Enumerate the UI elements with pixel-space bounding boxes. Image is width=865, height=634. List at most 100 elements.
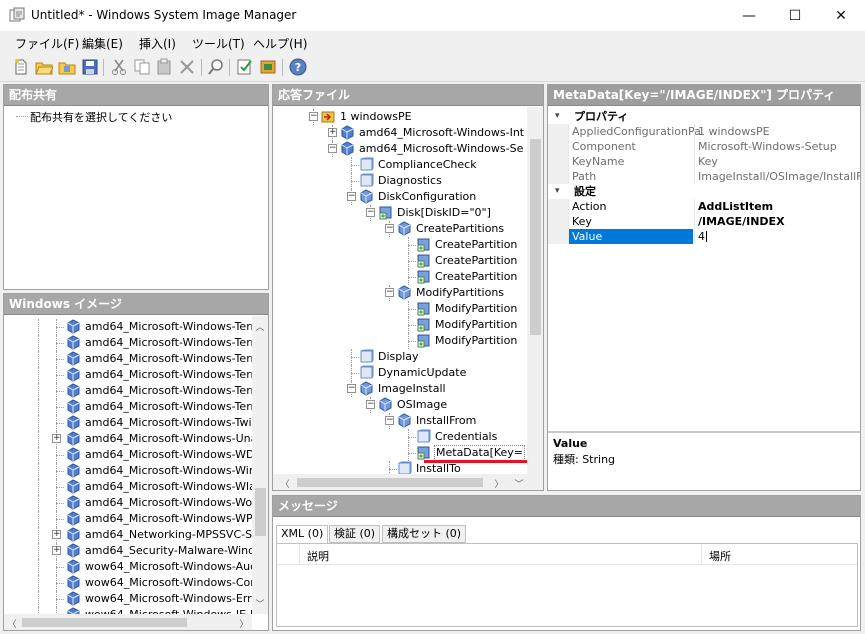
windows-image-tree[interactable]: amd64_Microsoft-Windows-Term amd64_Micros… [4, 316, 252, 614]
collapse-icon[interactable]: − [366, 400, 375, 409]
tree-connector [38, 607, 39, 614]
scroll-up-icon[interactable]: ︿ [252, 320, 268, 333]
tree-connector [408, 309, 416, 310]
search-icon[interactable] [207, 58, 225, 76]
expand-icon[interactable]: + [328, 128, 337, 137]
menu-file[interactable]: ファイル(F) [15, 35, 79, 52]
column-description[interactable]: 説明 [307, 548, 329, 564]
windows-image-label: amd64_Microsoft-Windows-Wlan [85, 480, 252, 493]
property-row[interactable]: KeyName Key [548, 154, 860, 169]
section-properties[interactable]: ▾ プロパティ [548, 109, 860, 124]
column-location[interactable]: 場所 [709, 548, 731, 564]
scrollbar-thumb[interactable] [255, 488, 266, 536]
property-value[interactable]: Key [698, 154, 718, 169]
collapse-icon[interactable]: − [309, 112, 318, 121]
tree-connector [56, 583, 64, 584]
maximize-button[interactable]: ☐ [772, 0, 818, 31]
horizontal-scrollbar[interactable]: 〈 〉 [4, 614, 252, 630]
delete-icon[interactable] [178, 58, 196, 76]
copy-icon[interactable] [133, 58, 151, 76]
expand-icon[interactable]: + [52, 546, 61, 555]
tab-xml[interactable]: XML (0) [276, 525, 329, 543]
tab-validation[interactable]: 検証 (0) [329, 525, 381, 543]
property-row[interactable]: Action AddListItem [548, 199, 860, 214]
new-icon[interactable] [12, 58, 30, 76]
scroll-down-icon[interactable]: ﹀ [511, 477, 527, 490]
config-set-icon[interactable] [259, 58, 277, 76]
cut-icon[interactable] [110, 58, 128, 76]
expand-icon[interactable]: + [52, 434, 61, 443]
property-row[interactable]: Path ImageInstall/OSImage/InstallFro [548, 169, 860, 184]
property-row[interactable]: Value 4 [548, 229, 860, 244]
title-bar: Untitled* - Windows System Image Manager… [0, 0, 865, 31]
property-value[interactable]: Microsoft-Windows-Setup [698, 139, 837, 154]
horizontal-scrollbar[interactable]: 〈 〉 ﹀ [273, 474, 543, 490]
answer-file-label: CreatePartitions [416, 222, 505, 235]
help-icon[interactable]: ? [289, 58, 307, 76]
property-value[interactable]: 1 windowsPE [698, 124, 770, 139]
scroll-left-icon[interactable]: 〈 [277, 477, 293, 490]
answer-file-label: ModifyPartition [435, 302, 518, 315]
menu-edit[interactable]: 編集(E) [82, 35, 123, 52]
description-type: 種類: String [553, 453, 616, 466]
tree-connector [56, 487, 64, 488]
property-value[interactable]: /IMAGE/INDEX [698, 214, 785, 229]
component-icon [340, 125, 355, 140]
collapse-icon[interactable]: ▾ [555, 184, 560, 199]
distribution-share-panel: 配布共有 配布共有を選択してください [3, 84, 269, 290]
save-icon[interactable] [81, 58, 99, 76]
answer-file-label: ComplianceCheck [378, 158, 477, 171]
scrollbar-thumb[interactable] [530, 139, 541, 335]
property-value[interactable]: 4 [698, 229, 705, 244]
property-value[interactable]: AddListItem [698, 199, 773, 214]
scrollbar-thumb[interactable] [297, 478, 483, 487]
collapse-icon[interactable]: − [366, 208, 375, 217]
scroll-left-icon[interactable]: 〈 [4, 617, 20, 630]
tree-connector [408, 341, 416, 342]
list-item-icon [416, 269, 431, 284]
validate-icon[interactable] [236, 58, 254, 76]
menu-insert[interactable]: 挿入(I) [139, 35, 176, 52]
open-icon[interactable] [35, 58, 53, 76]
tree-connector [38, 383, 39, 399]
collapse-icon[interactable]: ▾ [555, 109, 560, 124]
scroll-down-icon[interactable]: ﹀ [252, 597, 268, 610]
open-share-icon[interactable] [58, 58, 76, 76]
distribution-share-placeholder[interactable]: 配布共有を選択してください [30, 109, 172, 125]
collapse-icon[interactable]: − [328, 144, 337, 153]
vertical-scrollbar[interactable] [527, 107, 543, 474]
component-icon [340, 141, 355, 156]
collapse-icon[interactable]: − [385, 416, 394, 425]
collapse-icon[interactable]: − [347, 384, 356, 393]
property-row[interactable]: Component Microsoft-Windows-Setup [548, 139, 860, 154]
expand-icon[interactable]: + [52, 530, 61, 539]
vertical-scrollbar[interactable]: ︿ ﹀ [252, 316, 268, 614]
section-settings[interactable]: ▾ 設定 [548, 184, 860, 199]
answer-file-label: InstallFrom [416, 414, 477, 427]
property-value[interactable]: ImageInstall/OSImage/InstallFro [698, 169, 860, 184]
collapse-icon[interactable]: − [385, 288, 394, 297]
property-grid[interactable]: ▾ プロパティ AppliedConfigurationPa 1 windowsP… [548, 109, 860, 431]
windows-image-label: amd64_Networking-MPSSVC-Sv [85, 528, 252, 541]
answer-file-label: ModifyPartition [435, 334, 518, 347]
property-row[interactable]: AppliedConfigurationPa 1 windowsPE [548, 124, 860, 139]
collapse-icon[interactable]: − [385, 224, 394, 233]
close-button[interactable]: ✕ [818, 0, 864, 31]
menu-tools[interactable]: ツール(T) [192, 35, 245, 52]
tree-connector [38, 431, 39, 447]
menu-help[interactable]: ヘルプ(H) [253, 35, 307, 52]
paste-icon[interactable] [155, 58, 173, 76]
distribution-share-header: 配布共有 [4, 85, 268, 106]
message-list[interactable]: 説明 場所 [276, 543, 858, 627]
property-key: Path [572, 170, 597, 183]
tree-connector [38, 559, 39, 575]
minimize-button[interactable]: — [726, 0, 772, 31]
property-row[interactable]: Key/IMAGE/INDEX [548, 214, 860, 229]
tab-config-set[interactable]: 構成セット (0) [382, 525, 467, 543]
scroll-right-icon[interactable]: 〉 [236, 617, 252, 630]
answer-file-tree[interactable]: − 1 windowsPE + amd64_Microsoft-Windows-Int… [273, 107, 527, 474]
answer-file-label: ModifyPartition [435, 318, 518, 331]
scroll-right-icon[interactable]: 〉 [491, 477, 507, 490]
collapse-icon[interactable]: − [347, 192, 356, 201]
scrollbar-thumb[interactable] [22, 618, 187, 627]
